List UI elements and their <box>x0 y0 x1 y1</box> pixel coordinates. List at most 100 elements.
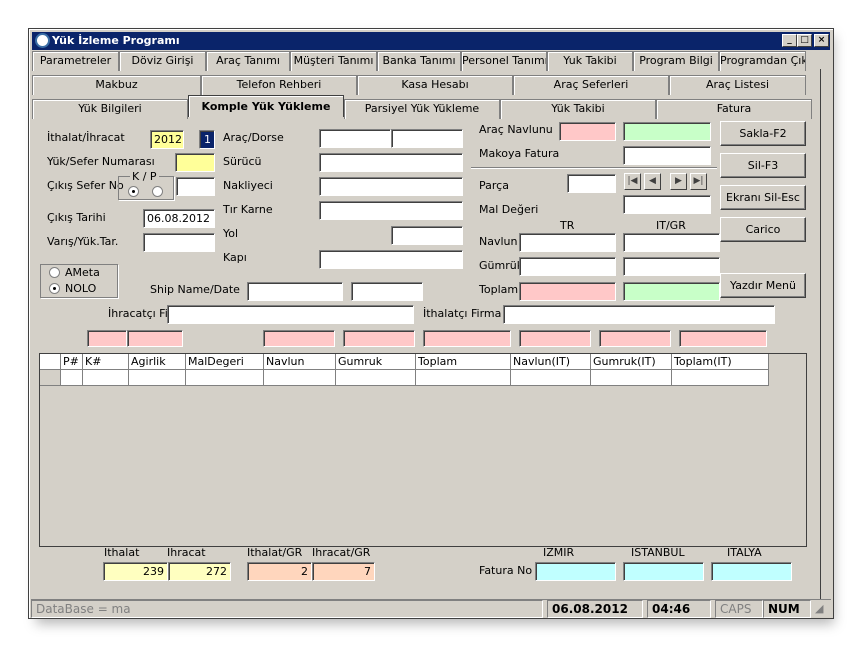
nolo-radio[interactable] <box>49 283 60 294</box>
grid-col-gumruk[interactable]: Gumruk <box>336 354 416 370</box>
mal-degeri-field[interactable] <box>623 195 711 214</box>
data-grid[interactable]: P# K# Agirlik MalDegeri Navlun Gumruk To… <box>39 353 807 547</box>
ithalat-no-field[interactable]: 1 <box>199 130 215 149</box>
minimize-button[interactable]: _ <box>782 34 797 47</box>
prev-record-icon[interactable]: ◀ <box>644 173 661 190</box>
nakliyeci-field[interactable] <box>319 177 463 196</box>
menu-programdan-cik[interactable]: Programdan Çık <box>719 51 806 71</box>
grid-col-k[interactable]: K# <box>83 354 129 370</box>
ameta-radio[interactable] <box>49 267 60 278</box>
pink-sum-7[interactable] <box>599 330 671 347</box>
arac-navlunu-it-field[interactable] <box>623 122 711 141</box>
grid-col-toplam-it[interactable]: Toplam(IT) <box>672 354 769 370</box>
grid-cell[interactable] <box>61 370 83 386</box>
maximize-button[interactable]: □ <box>797 34 812 47</box>
grid-cell[interactable] <box>129 370 186 386</box>
footer-ithalat-gr-value: 2 <box>247 562 312 581</box>
grid-col-navlun[interactable]: Navlun <box>264 354 336 370</box>
resize-grip-icon[interactable]: ◢ <box>815 602 823 615</box>
menu-banka-tanimi[interactable]: Banka Tanımı <box>377 51 461 71</box>
menu-musteri-tanimi[interactable]: Müşteri Tanımı <box>290 51 377 71</box>
menu-parametreler[interactable]: Parametreler <box>32 51 119 71</box>
gumruk-it-field[interactable] <box>623 257 720 276</box>
ekrani-sil-button[interactable]: Ekranı Sil-Esc <box>720 185 806 210</box>
grid-col-navlun-it[interactable]: Navlun(IT) <box>511 354 591 370</box>
menu-program-bilgi[interactable]: Program Bilgi <box>633 51 719 71</box>
next-record-icon[interactable]: ▶ <box>670 173 687 190</box>
cikis-tarihi-field[interactable]: 06.08.2012 <box>143 209 215 228</box>
sakla-button[interactable]: Sakla-F2 <box>720 121 806 146</box>
grid-cell[interactable] <box>336 370 416 386</box>
gumruk-tr-field[interactable] <box>519 257 616 276</box>
ithalatci-field[interactable] <box>503 305 775 324</box>
dorse-field[interactable] <box>391 129 463 148</box>
tab-fatura[interactable]: Fatura <box>656 99 812 119</box>
title-bar[interactable]: Yük İzleme Programı _ □ × <box>32 32 830 50</box>
menu-yuk-takibi[interactable]: Yuk Takibi <box>547 51 633 71</box>
makoya-field[interactable] <box>623 146 711 165</box>
pink-sum-2[interactable] <box>127 330 183 347</box>
grid-cell[interactable] <box>83 370 129 386</box>
tab-yuk-bilgileri[interactable]: Yük Bilgileri <box>32 99 188 119</box>
pink-sum-1[interactable] <box>87 330 127 347</box>
menu-arac-seferleri[interactable]: Araç Seferleri <box>513 75 669 95</box>
pink-sum-4[interactable] <box>343 330 415 347</box>
parca-field[interactable] <box>567 174 616 193</box>
kapi-field[interactable] <box>319 250 463 269</box>
ihracatci-field[interactable] <box>167 305 414 324</box>
ship-date-field[interactable] <box>351 282 423 301</box>
menu-personel-tanimi[interactable]: Personel Tanımı <box>461 51 547 71</box>
grid-cell[interactable] <box>591 370 672 386</box>
menu-arac-listesi[interactable]: Araç Listesi <box>669 75 806 95</box>
grid-row-selector[interactable] <box>40 370 61 386</box>
pink-sum-6[interactable] <box>519 330 591 347</box>
varis-field[interactable] <box>143 233 215 252</box>
menu-makbuz[interactable]: Makbuz <box>32 75 201 95</box>
fatura-izmir-field[interactable] <box>535 562 616 581</box>
pink-sum-3[interactable] <box>263 330 335 347</box>
surucu-label: Sürücü <box>223 155 262 168</box>
surucu-field[interactable] <box>319 153 463 172</box>
fatura-istanbul-field[interactable] <box>623 562 704 581</box>
navlun-tr-field[interactable] <box>519 233 616 252</box>
grid-col-maldegeri[interactable]: MalDegeri <box>186 354 264 370</box>
toplam-it-field[interactable] <box>623 282 720 301</box>
grid-col-toplam[interactable]: Toplam <box>416 354 511 370</box>
tab-komple-yuk-yukleme[interactable]: Komple Yük Yükleme <box>188 95 344 117</box>
grid-cell[interactable] <box>672 370 769 386</box>
tab-yuk-takibi[interactable]: Yük Takibi <box>500 99 656 119</box>
grid-col-p[interactable]: P# <box>61 354 83 370</box>
menu-kasa-hesabi[interactable]: Kasa Hesabı <box>357 75 513 95</box>
grid-cell[interactable] <box>511 370 591 386</box>
first-record-icon[interactable]: |◀ <box>624 173 641 190</box>
pink-sum-5[interactable] <box>423 330 511 347</box>
last-record-icon[interactable]: ▶| <box>690 173 707 190</box>
menu-telefon-rehberi[interactable]: Telefon Rehberi <box>201 75 357 95</box>
yazdir-menu-button[interactable]: Yazdır Menü <box>720 273 806 298</box>
menu-arac-tanimi[interactable]: Araç Tanımı <box>206 51 290 71</box>
tab-parsiyel-yuk-yukleme[interactable]: Parsiyel Yük Yükleme <box>344 99 500 119</box>
toplam-tr-field[interactable] <box>519 282 616 301</box>
p-radio[interactable] <box>152 186 163 197</box>
grid-cell[interactable] <box>264 370 336 386</box>
pink-sum-8[interactable] <box>679 330 767 347</box>
sefer-no-field[interactable] <box>175 153 215 172</box>
grid-col-agirlik[interactable]: Agirlik <box>129 354 186 370</box>
arac-navlunu-field[interactable] <box>559 122 616 141</box>
fatura-italya-field[interactable] <box>711 562 792 581</box>
yol-field[interactable] <box>391 226 463 245</box>
ship-name-field[interactable] <box>247 282 343 301</box>
ithalat-year-field[interactable]: 2012 <box>150 130 184 149</box>
tir-karne-field[interactable] <box>319 201 463 220</box>
navlun-it-field[interactable] <box>623 233 720 252</box>
arac-field[interactable] <box>319 129 391 148</box>
grid-cell[interactable] <box>186 370 264 386</box>
sil-button[interactable]: Sil-F3 <box>720 153 806 178</box>
menu-doviz-girisi[interactable]: Döviz Girişi <box>119 51 206 71</box>
k-radio[interactable] <box>128 186 139 197</box>
grid-col-gumruk-it[interactable]: Gumruk(IT) <box>591 354 672 370</box>
cikis-sefer-field[interactable] <box>176 177 215 196</box>
carico-button[interactable]: Carico <box>720 217 806 242</box>
grid-cell[interactable] <box>416 370 511 386</box>
close-button[interactable]: × <box>814 34 829 47</box>
